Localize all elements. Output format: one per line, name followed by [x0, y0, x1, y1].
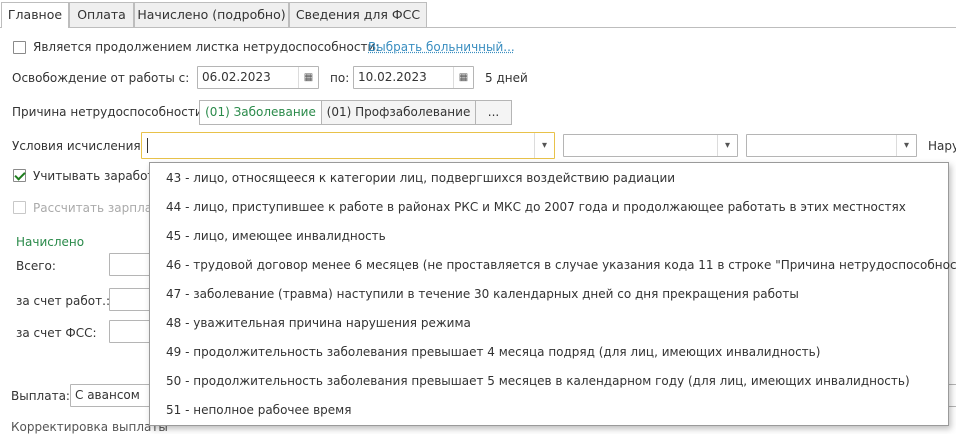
release-from-date-field[interactable]: 06.02.2023 ▦ — [197, 66, 319, 89]
release-to-value: 10.02.2023 — [358, 70, 427, 84]
reason-option-illness[interactable]: (01) Заболевание — [199, 100, 322, 125]
continuation-label: Является продолжением листка нетрудоспос… — [33, 40, 380, 54]
conditions-combobox-2[interactable]: ▾ — [563, 134, 738, 157]
conditions-label: Условия исчисления: — [12, 139, 145, 153]
dropdown-item-46[interactable]: 46 - трудовой договор менее 6 месяцев (н… — [166, 258, 956, 272]
calc-salary-checkbox[interactable] — [13, 201, 26, 214]
tab-main[interactable]: Главное — [1, 2, 69, 28]
conditions-combobox-3[interactable]: ▾ — [746, 134, 917, 157]
accrued-title: Начислено — [16, 235, 85, 249]
dropdown-arrow-icon[interactable]: ▾ — [717, 135, 737, 156]
calendar-icon[interactable]: ▦ — [298, 67, 318, 88]
dropdown-item-44[interactable]: 44 - лицо, приступившее к работе в район… — [166, 200, 906, 214]
calendar-icon[interactable]: ▦ — [453, 67, 473, 88]
payout-label: Выплата: — [11, 389, 70, 403]
accrued-employer-field[interactable] — [109, 288, 154, 311]
calc-salary-label: Рассчитать зарпла — [33, 201, 153, 215]
tab-bar: Главное Оплата Начислено (подробно) Свед… — [0, 0, 956, 28]
dropdown-item-51[interactable]: 51 - неполное рабочее время — [166, 403, 351, 417]
consider-earnings-checkbox[interactable] — [13, 169, 26, 182]
accrued-fss-field[interactable] — [109, 320, 154, 343]
dropdown-item-50[interactable]: 50 - продолжительность заболевания превы… — [166, 374, 910, 388]
dropdown-item-43[interactable]: 43 - лицо, относящееся к категории лиц, … — [166, 171, 675, 185]
accrued-total-label: Всего: — [16, 259, 56, 273]
release-label: Освобождение от работы с: — [12, 71, 190, 85]
release-to-date-field[interactable]: 10.02.2023 ▦ — [353, 66, 474, 89]
tab-divider — [0, 27, 956, 28]
accrued-employer-label: за счет работ.: — [16, 294, 110, 308]
tab-fss-info[interactable]: Сведения для ФСС — [289, 2, 427, 27]
payout-combobox[interactable]: С авансом — [70, 384, 160, 407]
consider-earnings-label: Учитывать заработ — [33, 169, 155, 183]
tab-accrued-detail[interactable]: Начислено (подробно) — [134, 2, 289, 27]
reason-label: Причина нетрудоспособности: — [12, 105, 207, 119]
accrued-fss-label: за счет ФСС: — [16, 326, 97, 340]
dropdown-item-45[interactable]: 45 - лицо, имеющее инвалидность — [166, 229, 386, 243]
payout-value: С авансом — [75, 388, 140, 402]
dropdown-item-49[interactable]: 49 - продолжительность заболевания превы… — [166, 345, 820, 359]
select-sick-leave-link[interactable]: Выбрать больничный... — [368, 40, 515, 54]
release-to-label: по: — [330, 71, 350, 85]
reason-more-button[interactable]: ... — [475, 100, 512, 125]
accrued-total-field[interactable] — [109, 253, 154, 276]
dropdown-arrow-icon[interactable]: ▾ — [896, 135, 916, 156]
tab-payment[interactable]: Оплата — [69, 2, 134, 27]
days-count: 5 дней — [485, 71, 528, 85]
conditions-combobox[interactable]: ▾ — [141, 132, 555, 159]
dropdown-arrow-icon[interactable]: ▾ — [534, 133, 554, 158]
dropdown-item-47[interactable]: 47 - заболевание (травма) наступили в те… — [166, 287, 799, 301]
violation-label-cut: Нару — [928, 139, 956, 153]
conditions-dropdown-list: 43 - лицо, относящееся к категории лиц, … — [149, 162, 956, 426]
payout-correction-label-cut: Корректировка выплаты — [11, 420, 168, 434]
text-cursor — [147, 138, 148, 153]
release-from-value: 06.02.2023 — [202, 70, 271, 84]
reason-option-occupational[interactable]: (01) Профзаболевание — [321, 100, 476, 125]
dropdown-item-48[interactable]: 48 - уважительная причина нарушения режи… — [166, 316, 471, 330]
continuation-checkbox[interactable] — [13, 41, 26, 54]
